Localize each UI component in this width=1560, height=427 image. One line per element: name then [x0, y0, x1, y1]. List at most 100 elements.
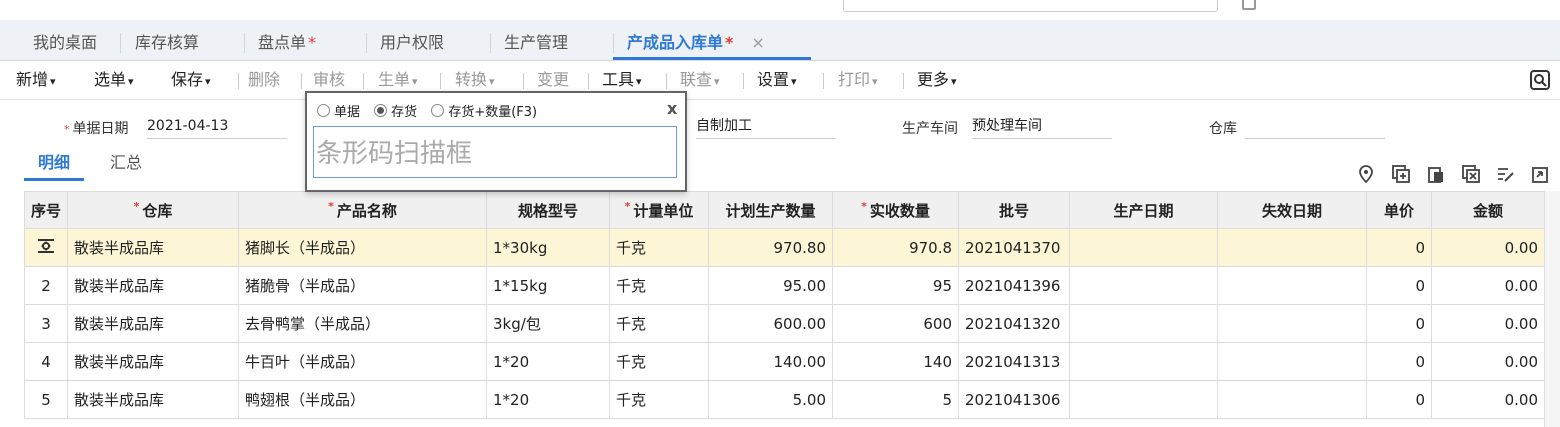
cell-batch[interactable]: 2021041320: [958, 304, 1071, 343]
tab-summary[interactable]: 汇总: [110, 150, 142, 178]
cell-unit[interactable]: 千克: [609, 304, 710, 343]
cell-batch[interactable]: 2021041370: [958, 228, 1071, 267]
cell-warehouse[interactable]: 散装半成品库: [67, 380, 240, 419]
cell-production-date[interactable]: [1069, 342, 1219, 381]
col-batch[interactable]: 批号: [958, 191, 1071, 229]
cell-expiry-date[interactable]: [1217, 304, 1368, 343]
close-icon[interactable]: ×: [751, 33, 764, 52]
select-button[interactable]: 选单 ▾: [94, 61, 134, 99]
process-type-field[interactable]: 自制加工: [696, 114, 836, 139]
date-field[interactable]: 2021-04-13: [147, 114, 287, 139]
cell-unit-price[interactable]: 0: [1366, 342, 1433, 381]
col-expiry-date[interactable]: 失效日期: [1217, 191, 1368, 229]
close-icon[interactable]: x: [667, 99, 677, 118]
cell-product-name[interactable]: 鸭翅根（半成品）: [238, 380, 488, 419]
cell-batch[interactable]: 2021041396: [958, 266, 1071, 305]
col-received-qty[interactable]: * 实收数量: [832, 191, 960, 229]
cell-spec[interactable]: 3kg/包: [486, 304, 611, 343]
edit-columns-icon[interactable]: [1497, 165, 1515, 183]
cell-product-name[interactable]: 牛百叶（半成品）: [238, 342, 488, 381]
col-amount[interactable]: 金额: [1431, 191, 1546, 229]
row-settings-icon[interactable]: [23, 228, 69, 267]
cell-spec[interactable]: 1*15kg: [486, 266, 611, 305]
cell-batch[interactable]: 2021041313: [958, 342, 1071, 381]
table-row[interactable]: 4 散装半成品库 牛百叶（半成品） 1*20 千克 140.00 140 202…: [23, 342, 1546, 381]
radio-inventory[interactable]: 存货: [374, 104, 417, 120]
cell-unit-price[interactable]: 0: [1366, 304, 1433, 343]
cell-production-date[interactable]: [1069, 380, 1219, 419]
cell-unit[interactable]: 千克: [609, 228, 710, 267]
add-row-icon[interactable]: [1392, 165, 1410, 183]
cell-received-qty[interactable]: 5: [832, 380, 960, 419]
cell-received-qty[interactable]: 970.8: [832, 228, 960, 267]
message-icon[interactable]: [1242, 0, 1256, 10]
workshop-field[interactable]: 预处理车间: [972, 114, 1112, 139]
cell-planned-qty[interactable]: 5.00: [708, 380, 834, 419]
col-planned-qty[interactable]: 计划生产数量: [708, 191, 834, 229]
location-icon[interactable]: [1357, 165, 1375, 183]
warehouse-field[interactable]: [1245, 114, 1385, 139]
col-production-date[interactable]: 生产日期: [1069, 191, 1219, 229]
cell-production-date[interactable]: [1069, 228, 1219, 267]
col-unit[interactable]: * 计量单位: [609, 191, 710, 229]
radio-document[interactable]: 单据: [317, 104, 360, 120]
table-scrollbar[interactable]: [1544, 191, 1560, 427]
radio-inventory-quantity[interactable]: 存货+数量(F3): [431, 104, 537, 120]
table-row[interactable]: 散装半成品库 猪脚长（半成品） 1*30kg 千克 970.80 970.8 2…: [23, 228, 1546, 267]
cell-expiry-date[interactable]: [1217, 266, 1368, 305]
delete-row-icon[interactable]: [1462, 165, 1480, 183]
barcode-input[interactable]: 条形码扫描框: [313, 126, 677, 178]
tab-user-permissions[interactable]: 用户权限: [380, 20, 444, 60]
cell-spec[interactable]: 1*30kg: [486, 228, 611, 267]
delete-button[interactable]: 删除: [248, 61, 280, 99]
tab-production[interactable]: 生产管理: [504, 20, 568, 60]
cell-received-qty[interactable]: 95: [832, 266, 960, 305]
settings-button[interactable]: 设置 ▾: [757, 61, 797, 99]
cell-production-date[interactable]: [1069, 304, 1219, 343]
cell-received-qty[interactable]: 140: [832, 342, 960, 381]
cell-unit[interactable]: 千克: [609, 380, 710, 419]
col-product-name[interactable]: * 产品名称: [238, 191, 488, 229]
cell-warehouse[interactable]: 散装半成品库: [67, 266, 240, 305]
cell-unit-price[interactable]: 0: [1366, 380, 1433, 419]
cell-planned-qty[interactable]: 600.00: [708, 304, 834, 343]
cell-product-name[interactable]: 去骨鸭掌（半成品）: [238, 304, 488, 343]
paste-icon[interactable]: [1427, 165, 1445, 183]
table-row[interactable]: 5 散装半成品库 鸭翅根（半成品） 1*20 千克 5.00 5 2021041…: [23, 380, 1546, 419]
cell-warehouse[interactable]: 散装半成品库: [67, 304, 240, 343]
cell-unit-price[interactable]: 0: [1366, 228, 1433, 267]
cell-planned-qty[interactable]: 95.00: [708, 266, 834, 305]
col-unit-price[interactable]: 单价: [1366, 191, 1433, 229]
cell-planned-qty[interactable]: 970.80: [708, 228, 834, 267]
col-spec[interactable]: 规格型号: [486, 191, 611, 229]
cell-unit-price[interactable]: 0: [1366, 266, 1433, 305]
cell-received-qty[interactable]: 600: [832, 304, 960, 343]
cell-amount[interactable]: 0.00: [1431, 342, 1546, 381]
save-button[interactable]: 保存 ▾: [171, 61, 211, 99]
cell-warehouse[interactable]: 散装半成品库: [67, 342, 240, 381]
cell-amount[interactable]: 0.00: [1431, 266, 1546, 305]
cell-unit[interactable]: 千克: [609, 342, 710, 381]
cell-warehouse[interactable]: 散装半成品库: [67, 228, 240, 267]
cell-expiry-date[interactable]: [1217, 342, 1368, 381]
col-warehouse[interactable]: * 仓库: [67, 191, 240, 229]
more-button[interactable]: 更多 ▾: [917, 61, 957, 99]
cell-expiry-date[interactable]: [1217, 228, 1368, 267]
cell-spec[interactable]: 1*20: [486, 380, 611, 419]
tab-inventory-accounting[interactable]: 库存核算: [135, 20, 199, 60]
search-icon[interactable]: [1530, 70, 1550, 90]
cell-batch[interactable]: 2021041306: [958, 380, 1071, 419]
cell-expiry-date[interactable]: [1217, 380, 1368, 419]
tab-detail[interactable]: 明细: [24, 150, 84, 181]
table-row[interactable]: 3 散装半成品库 去骨鸭掌（半成品） 3kg/包 千克 600.00 600 2…: [23, 304, 1546, 343]
cell-amount[interactable]: 0.00: [1431, 380, 1546, 419]
tab-stocktake[interactable]: 盘点单 *: [258, 20, 316, 60]
export-icon[interactable]: [1532, 165, 1550, 183]
global-search-input[interactable]: [843, 0, 1218, 12]
cell-planned-qty[interactable]: 140.00: [708, 342, 834, 381]
cell-product-name[interactable]: 猪脚长（半成品）: [238, 228, 488, 267]
cell-production-date[interactable]: [1069, 266, 1219, 305]
cell-spec[interactable]: 1*20: [486, 342, 611, 381]
new-button[interactable]: 新增 ▾: [16, 61, 56, 99]
tab-desktop[interactable]: 我的桌面: [33, 20, 97, 60]
